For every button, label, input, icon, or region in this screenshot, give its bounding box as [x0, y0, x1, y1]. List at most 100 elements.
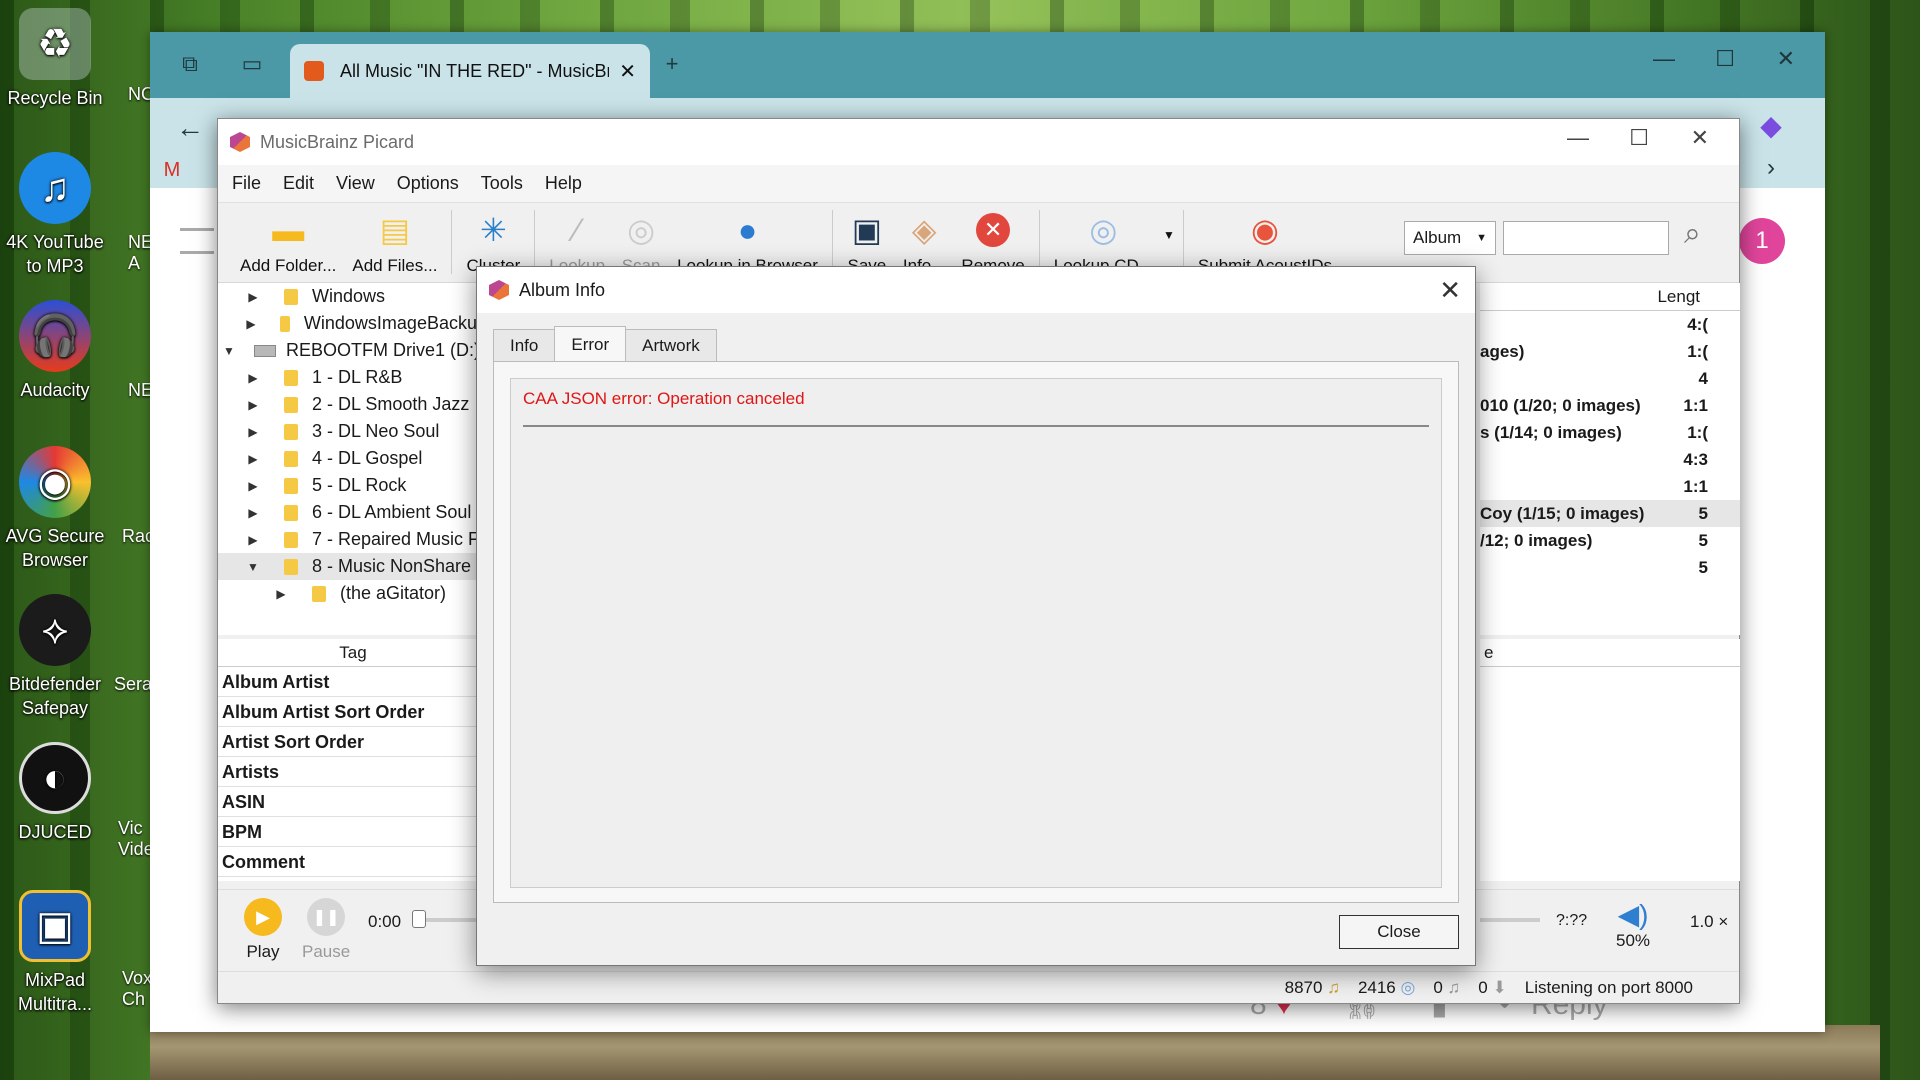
tree-item[interactable]: ▶ 7 - Repaired Music F	[218, 526, 487, 553]
tag-column-header[interactable]: Tag	[218, 639, 488, 667]
dialog-titlebar: Album Info ✕	[477, 267, 1475, 313]
album-row[interactable]: 010 (1/20; 0 images) 1:1	[1480, 392, 1740, 419]
folder-icon	[312, 585, 326, 602]
maximize-icon[interactable]: ☐	[1715, 46, 1735, 72]
menu-view[interactable]: View	[336, 173, 375, 194]
desktop-icon-recycle-bin[interactable]: ♻ Recycle Bin	[0, 8, 110, 110]
files-icon: ▤	[379, 212, 411, 248]
desktop-icon-mixpad[interactable]: ▣ MixPad Multitra...	[0, 890, 110, 1016]
tag-row[interactable]: BPM	[218, 817, 488, 847]
album-row[interactable]: 4:(	[1480, 311, 1740, 338]
toolbar-separator	[534, 210, 536, 274]
tab-actions-icon[interactable]: ▭	[238, 50, 266, 78]
search-icon[interactable]: ⌕	[1684, 217, 1701, 251]
close-icon[interactable]: ✕	[1439, 275, 1461, 306]
maximize-icon[interactable]: ☐	[1629, 125, 1649, 151]
cloud-music-icon: ♫	[19, 152, 91, 224]
tag-row[interactable]: ASIN	[218, 787, 488, 817]
close-icon[interactable]: ✕	[1777, 46, 1795, 72]
tree-item[interactable]: ▼ REBOOTFM Drive1 (D:)	[218, 337, 487, 364]
elapsed-time: 0:00	[368, 912, 402, 931]
expand-arrow-icon: ▶	[248, 289, 258, 304]
music-note-icon: ♫	[1447, 977, 1461, 997]
close-tab-icon[interactable]: ✕	[619, 59, 636, 84]
album-row[interactable]: /12; 0 images) 5	[1480, 527, 1740, 554]
folder-icon	[279, 315, 290, 332]
status-bar: 8870 ♫ 2416 ◎ 0 ♫ 0 ⬇ Listening on port …	[218, 971, 1739, 1003]
gmail-icon[interactable]: M	[158, 156, 186, 184]
album-row[interactable]: 4	[1480, 365, 1740, 392]
album-row-selected[interactable]: Coy (1/15; 0 images) 5	[1480, 500, 1740, 527]
desktop-icon-label[interactable]: Vic Vide	[118, 818, 154, 860]
minimize-icon[interactable]: —	[1567, 125, 1589, 151]
desktop-icon-4k-youtube[interactable]: ♫ 4K YouTube to MP3	[0, 152, 110, 278]
tree-item[interactable]: ▶ 3 - DL Neo Soul	[218, 418, 487, 445]
tree-item[interactable]: ▶ 2 - DL Smooth Jazz	[218, 391, 487, 418]
menu-icon[interactable]	[180, 228, 214, 254]
add-folder-button[interactable]: ▬ Add Folder...	[232, 210, 344, 282]
avatar[interactable]: 1	[1739, 218, 1785, 264]
tab-error[interactable]: Error	[554, 326, 627, 361]
album-row[interactable]: ages) 1:(	[1480, 338, 1740, 365]
desktop-icon-label[interactable]: Sera	[114, 674, 152, 695]
desktop-icon-djuced[interactable]: ◐ DJUCED	[0, 742, 110, 844]
close-button[interactable]: Close	[1339, 915, 1459, 949]
tree-item[interactable]: ▶ 6 - DL Ambient Soul	[218, 499, 487, 526]
menu-edit[interactable]: Edit	[283, 173, 314, 194]
menu-options[interactable]: Options	[397, 173, 459, 194]
tab-artwork[interactable]: Artwork	[625, 329, 717, 361]
desktop-icon-audacity[interactable]: 🎧 Audacity	[0, 300, 110, 402]
play-button[interactable]: ▶ Play	[244, 898, 282, 962]
download-icon: ⬇	[1492, 977, 1507, 997]
workspaces-icon[interactable]: ⧉	[176, 50, 204, 78]
pause-button[interactable]: ❚❚ Pause	[302, 898, 350, 962]
tag-row[interactable]: Album Artist	[218, 667, 488, 697]
album-row[interactable]: s (1/14; 0 images) 1:(	[1480, 419, 1740, 446]
remaining-time: ?:??	[1556, 912, 1588, 929]
desktop-icon-avg-browser[interactable]: ◉ AVG Secure Browser	[0, 446, 110, 572]
back-icon[interactable]: ←	[176, 114, 204, 142]
desktop-icon-label[interactable]: NE A	[128, 232, 153, 274]
menu-file[interactable]: File	[232, 173, 261, 194]
add-files-button[interactable]: ▤ Add Files...	[344, 210, 445, 282]
dialog-tabs: Info Error Artwork	[493, 326, 717, 361]
album-row[interactable]: 1:1	[1480, 473, 1740, 500]
menu-tools[interactable]: Tools	[481, 173, 523, 194]
menu-help[interactable]: Help	[545, 173, 582, 194]
tag-row[interactable]: Artists	[218, 757, 488, 787]
seek-handle[interactable]	[412, 910, 426, 928]
desktop-icon-bitdefender[interactable]: ⟡ Bitdefender Safepay	[0, 594, 110, 720]
error-message: CAA JSON error: Operation canceled	[523, 389, 805, 408]
tree-item[interactable]: ▶ WindowsImageBackup	[218, 310, 487, 337]
browser-tab-active[interactable]: All Music "IN THE RED" - MusicBr ✕	[290, 44, 650, 98]
tag-row[interactable]: Album Artist Sort Order	[218, 697, 488, 727]
tree-item[interactable]: ▶ Windows	[218, 283, 487, 310]
chevron-right-icon[interactable]: ›	[1757, 154, 1785, 182]
minimize-icon[interactable]: —	[1653, 46, 1675, 72]
tree-item[interactable]: ▶ (the aGitator)	[218, 580, 487, 607]
volume-control[interactable]: ◀) 50%	[1616, 898, 1650, 951]
copilot-icon[interactable]: ◆	[1757, 112, 1785, 140]
tab-info[interactable]: Info	[493, 329, 556, 361]
globe-icon: ●	[737, 211, 758, 248]
search-type-select[interactable]: Album ▼	[1404, 221, 1496, 255]
tree-item[interactable]: ▶ 4 - DL Gospel	[218, 445, 487, 472]
album-count: 2416 ◎	[1357, 977, 1416, 997]
tree-item[interactable]: ▶ 1 - DL R&B	[218, 364, 487, 391]
length-column-header[interactable]: Lengt	[1480, 283, 1740, 311]
desktop-icon-label[interactable]: Vox Ch	[122, 968, 152, 1010]
value-column-header[interactable]: e	[1480, 639, 1740, 667]
playback-speed[interactable]: 1.0 ×	[1690, 912, 1728, 932]
close-icon[interactable]: ✕	[1691, 125, 1709, 151]
folder-icon	[284, 369, 298, 386]
tree-item-selected[interactable]: ▼ 8 - Music NonShare	[218, 553, 487, 580]
seek-slider-end[interactable]	[1480, 918, 1540, 922]
new-tab-icon[interactable]: +	[658, 50, 686, 78]
tag-row[interactable]: Artist Sort Order	[218, 727, 488, 757]
album-row[interactable]: 4:3	[1480, 446, 1740, 473]
tag-row[interactable]: Comment	[218, 847, 488, 877]
search-input[interactable]	[1503, 221, 1669, 255]
expand-arrow-icon: ▶	[248, 532, 258, 547]
tree-item[interactable]: ▶ 5 - DL Rock	[218, 472, 487, 499]
album-row[interactable]: 5	[1480, 554, 1740, 581]
